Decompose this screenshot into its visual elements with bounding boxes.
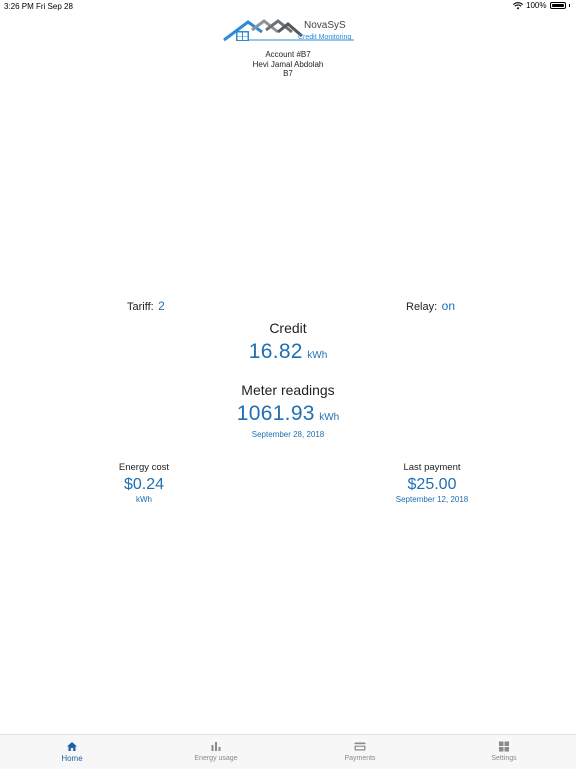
- status-date: Fri Sep 28: [36, 2, 73, 11]
- tab-energy-usage[interactable]: Energy usage: [144, 735, 288, 769]
- meter-label: Meter readings: [241, 382, 335, 398]
- tab-settings[interactable]: Settings: [432, 735, 576, 769]
- battery-tip: [568, 4, 570, 7]
- tab-payments[interactable]: Payments: [288, 735, 432, 769]
- last-payment: Last payment $25.00 September 12, 2018: [352, 462, 512, 504]
- energy-cost-label: Energy cost: [118, 462, 170, 473]
- tariff-value: 2: [158, 299, 165, 313]
- last-payment-date: September 12, 2018: [395, 495, 469, 504]
- tab-payments-label: Payments: [344, 755, 376, 762]
- tariff-label: Tariff:: [127, 301, 154, 313]
- account-info: Account #B7 Hevi Jamal Abdolah B7: [0, 50, 576, 79]
- tab-home[interactable]: Home: [0, 735, 144, 769]
- battery-icon: [549, 2, 566, 9]
- bar-chart-icon: [211, 742, 221, 751]
- energy-cost-unit: kWh: [136, 495, 152, 504]
- credit-unit: kWh: [307, 350, 328, 361]
- brand-tagline: Credit Monitoring: [298, 34, 352, 41]
- tariff: Tariff: 2: [127, 297, 165, 315]
- meter-unit: kWh: [319, 412, 340, 423]
- status-right: 100%: [513, 1, 570, 10]
- account-holder: Hevi Jamal Abdolah: [252, 59, 324, 69]
- energy-cost-value: $0.24: [123, 476, 165, 493]
- credit-reading: 16.82 kWh: [0, 340, 576, 364]
- brand-name: NovaSyS: [304, 20, 346, 31]
- meter-reading: 1061.93 kWh: [0, 402, 576, 426]
- account-unit: B7: [283, 69, 293, 78]
- status-bar: 3:26 PM Fri Sep 28 100%: [0, 0, 576, 12]
- tab-home-label: Home: [61, 754, 83, 763]
- credit-card-icon: [354, 742, 366, 751]
- relay: Relay: on: [406, 297, 455, 315]
- energy-cost: Energy cost $0.24 kWh: [64, 462, 224, 504]
- credit-value: 16.82: [248, 340, 303, 363]
- status-time: 3:26 PM: [4, 2, 34, 11]
- relay-label: Relay:: [406, 301, 438, 313]
- meter-date: September 28, 2018: [251, 430, 325, 439]
- relay-value: on: [441, 299, 455, 313]
- account-number: Account #B7: [265, 50, 311, 59]
- meter-value: 1061.93: [236, 402, 315, 425]
- credit-label: Credit: [269, 320, 307, 336]
- last-payment-value: $25.00: [407, 476, 457, 493]
- home-icon: [67, 742, 77, 751]
- tab-bar: Home Energy usage Payments Settings: [0, 734, 576, 769]
- battery-percent: 100%: [526, 1, 547, 10]
- tab-energy-usage-label: Energy usage: [194, 755, 238, 762]
- wifi-icon: [513, 1, 524, 9]
- last-payment-label: Last payment: [403, 462, 461, 473]
- grid-icon: [499, 741, 509, 752]
- tab-settings-label: Settings: [491, 755, 517, 762]
